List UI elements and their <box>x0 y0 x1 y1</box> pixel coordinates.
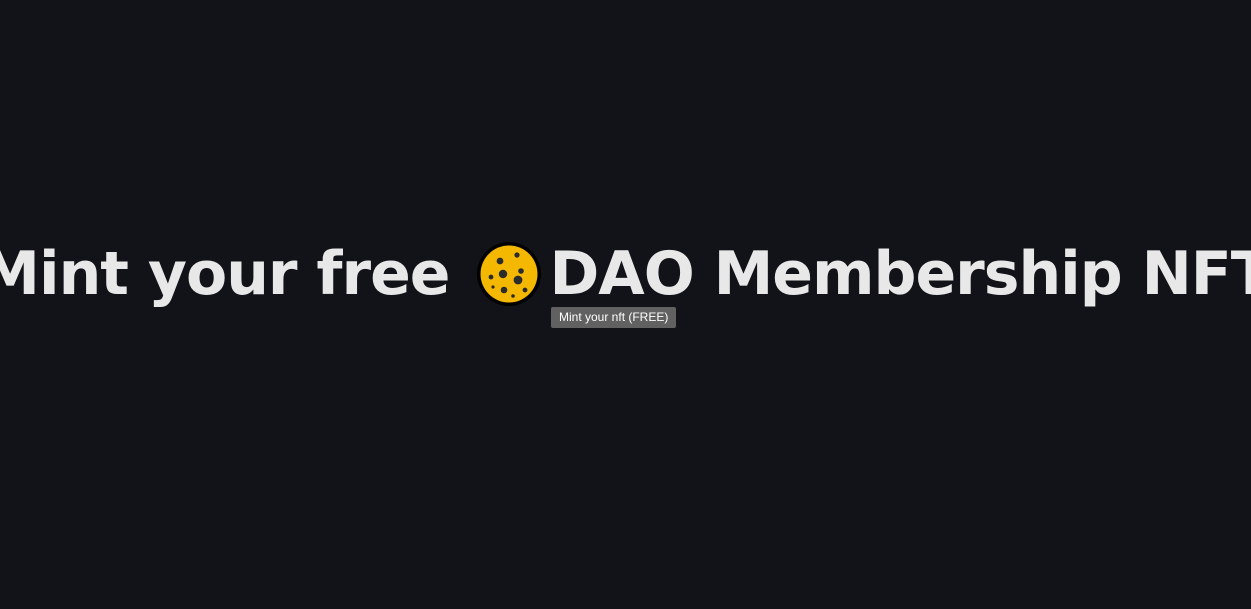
cookie-icon[interactable] <box>475 240 543 308</box>
page-title: Mint your free DAO Membership NFT <box>0 236 1251 312</box>
title-text-after: DAO Membership NFT <box>549 239 1251 309</box>
cookie-icon-graphic <box>477 242 542 306</box>
mint-tooltip: Mint your nft (FREE) <box>551 307 677 328</box>
title-text-before: Mint your free <box>0 239 450 309</box>
